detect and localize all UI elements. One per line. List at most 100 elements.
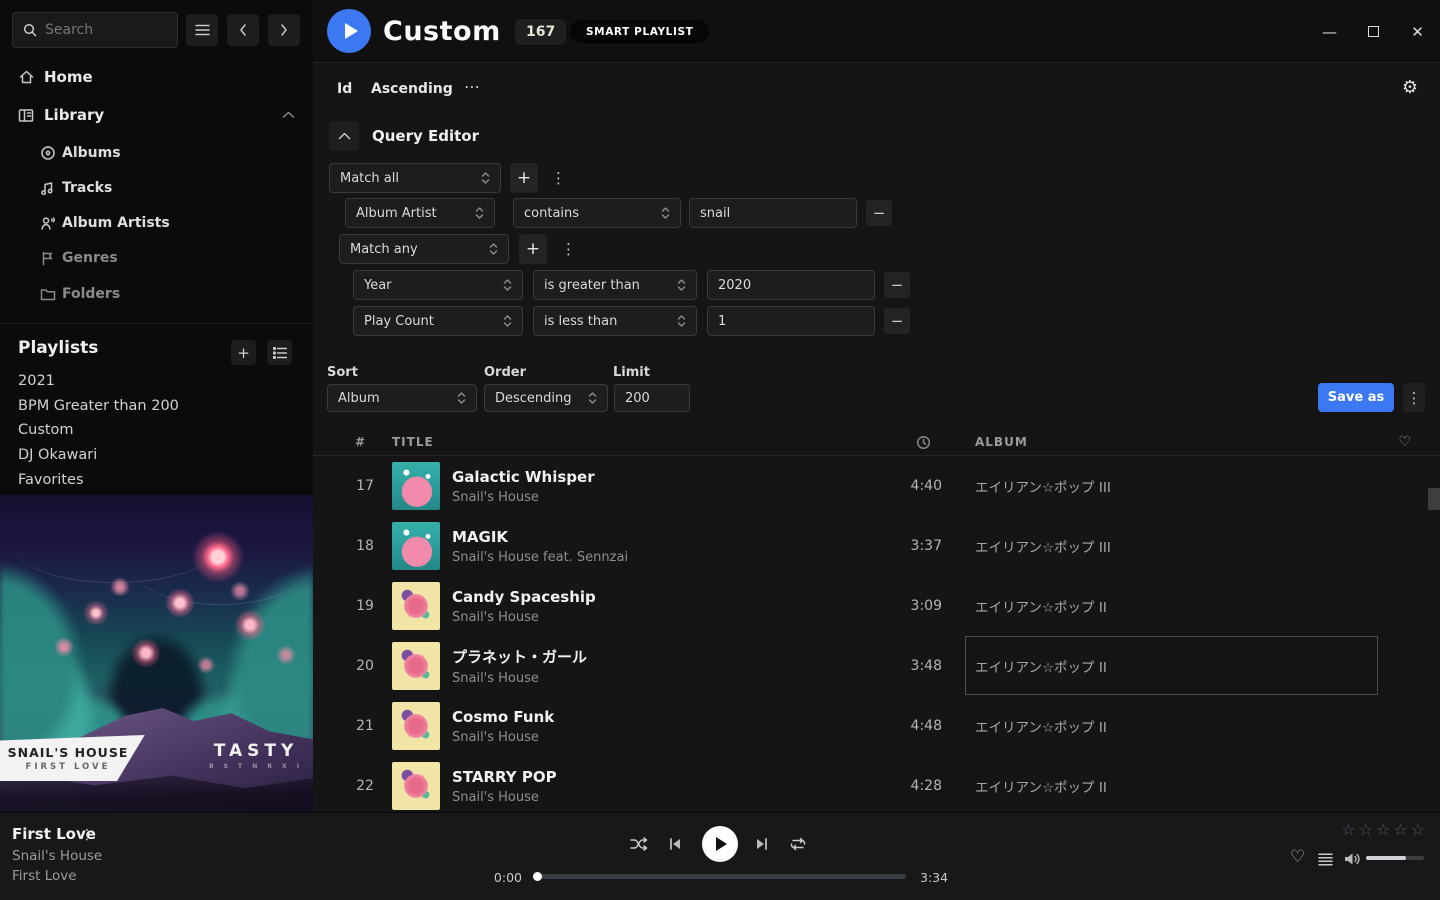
track-row[interactable]: 19 Candy Spaceship Snail's House 3:09 エイ… — [313, 576, 1440, 636]
rule-field-select[interactable]: Album Artist — [345, 198, 495, 228]
star-icon[interactable]: ☆ — [1341, 822, 1355, 838]
sidebar-item-albums[interactable]: Albums — [0, 138, 313, 168]
shuffle-button[interactable] — [630, 837, 649, 851]
track-title: プラネット・ガール — [452, 646, 882, 667]
playlist-item-favorites[interactable]: Favorites — [18, 468, 84, 492]
column-number[interactable]: # — [355, 428, 366, 456]
track-title: Candy Spaceship — [452, 588, 882, 606]
playlist-item-dj-okawari[interactable]: DJ Okawari — [18, 443, 97, 467]
playlist-item-bpm[interactable]: BPM Greater than 200 — [18, 394, 179, 418]
list-more-button[interactable]: ⋯ — [464, 77, 480, 96]
group-menu-button[interactable]: ⋮ — [551, 163, 566, 193]
forward-button[interactable] — [268, 14, 300, 46]
menu-button[interactable] — [186, 14, 218, 46]
playlist-options-button[interactable] — [267, 340, 292, 365]
limit-input[interactable] — [614, 384, 690, 412]
main-panel: Custom 167 SMART PLAYLIST — ✕ Id Ascendi… — [313, 0, 1440, 812]
star-icon[interactable]: ☆ — [1376, 822, 1390, 838]
rule-value-input[interactable] — [707, 306, 875, 336]
sidebar-item-folders[interactable]: Folders — [0, 279, 313, 309]
volume-button[interactable] — [1344, 852, 1361, 866]
save-menu-button[interactable]: ⋮ — [1403, 383, 1425, 412]
chevron-up-icon[interactable] — [282, 111, 295, 119]
match-all-select[interactable]: Match all — [329, 163, 501, 193]
track-duration: 3:37 — [882, 538, 942, 554]
favorite-button[interactable]: ♡ — [1290, 849, 1305, 866]
track-row[interactable]: 21 Cosmo Funk Snail's House 4:48 エイリアン☆ポ… — [313, 696, 1440, 756]
search-field[interactable] — [45, 22, 155, 38]
star-icon[interactable]: ☆ — [1411, 822, 1425, 838]
track-row[interactable]: 17 Galactic Whisper Snail's House 4:40 エ… — [313, 456, 1440, 516]
add-rule-button[interactable]: + — [510, 163, 538, 193]
remove-rule-button[interactable]: − — [884, 272, 910, 298]
search-icon — [23, 23, 37, 37]
list-sort-direction[interactable]: Ascending — [371, 81, 453, 97]
query-editor-collapse-button[interactable] — [329, 121, 359, 151]
match-any-select[interactable]: Match any — [339, 234, 509, 264]
track-artist: Snail's House — [452, 671, 882, 686]
select-caret-icon — [503, 278, 512, 292]
settings-gear-icon[interactable]: ⚙ — [1402, 79, 1418, 97]
add-playlist-button[interactable]: + — [231, 340, 256, 365]
track-row[interactable]: 18 MAGIK Snail's House feat. Sennzai 3:3… — [313, 516, 1440, 576]
query-editor-title: Query Editor — [372, 121, 479, 151]
remove-rule-button[interactable]: − — [866, 200, 892, 226]
add-rule-button[interactable]: + — [519, 234, 547, 264]
back-button[interactable] — [227, 14, 259, 46]
play-playlist-button[interactable] — [327, 9, 371, 53]
playlist-item-custom[interactable]: Custom — [18, 418, 74, 442]
rule-value-input[interactable] — [707, 270, 875, 300]
play-pause-button[interactable] — [702, 826, 738, 862]
select-caret-icon — [503, 314, 512, 328]
playlist-item-2021[interactable]: 2021 — [18, 369, 55, 393]
list-sort-field[interactable]: Id — [337, 81, 352, 97]
now-playing-menu-button[interactable]: ⋮ — [80, 827, 94, 843]
save-as-button[interactable]: Save as — [1318, 383, 1394, 412]
star-icon[interactable]: ☆ — [1393, 822, 1407, 838]
volume-slider[interactable] — [1366, 856, 1424, 860]
sidebar-item-tracks[interactable]: Tracks — [0, 173, 313, 203]
group-menu-button[interactable]: ⋮ — [561, 234, 576, 264]
seek-bar[interactable] — [534, 874, 906, 879]
remove-rule-button[interactable]: − — [884, 308, 910, 334]
track-row[interactable]: 20 プラネット・ガール Snail's House 3:48 エイリアン☆ポッ… — [313, 636, 1440, 696]
rule-operator-select[interactable]: is less than — [533, 306, 697, 336]
track-row[interactable]: 22 STARRY POP Snail's House 4:28 エイリアン☆ポ… — [313, 756, 1440, 812]
column-duration[interactable] — [916, 428, 931, 456]
column-album[interactable]: ALBUM — [975, 428, 1028, 456]
scrollbar-thumb[interactable] — [1428, 488, 1440, 510]
sidebar-item-library[interactable]: Library — [0, 100, 313, 130]
maximize-button[interactable] — [1365, 23, 1382, 40]
rule-value-input[interactable] — [689, 198, 857, 228]
now-playing-artist: Snail's House — [12, 848, 102, 864]
sidebar-item-album-artists[interactable]: Album Artists — [0, 208, 313, 238]
minimize-button[interactable]: — — [1321, 23, 1338, 40]
track-number: 20 — [345, 658, 385, 674]
order-select[interactable]: Descending — [484, 384, 608, 412]
rule-operator-select[interactable]: is greater than — [533, 270, 697, 300]
select-value: is less than — [544, 314, 617, 329]
sort-select[interactable]: Album — [327, 384, 477, 412]
column-title[interactable]: TITLE — [392, 428, 434, 456]
seek-handle[interactable] — [533, 872, 542, 881]
rule-field-select[interactable]: Year — [353, 270, 523, 300]
track-album: エイリアン☆ポップ II — [975, 596, 1440, 616]
play-icon — [716, 837, 727, 851]
label-name: TASTY — [209, 741, 303, 761]
sidebar-item-label: Library — [44, 106, 104, 124]
previous-button[interactable] — [668, 837, 682, 851]
rule-field-select[interactable]: Play Count — [353, 306, 523, 336]
select-value: Match any — [350, 242, 418, 257]
queue-button[interactable] — [1318, 853, 1333, 866]
column-favorite[interactable]: ♡ — [1398, 428, 1412, 456]
close-icon: ✕ — [1411, 23, 1424, 41]
next-button[interactable] — [755, 837, 769, 851]
star-icon[interactable]: ☆ — [1359, 822, 1373, 838]
select-caret-icon — [661, 206, 670, 220]
sidebar-item-home[interactable]: Home — [0, 62, 313, 92]
repeat-button[interactable] — [789, 837, 807, 851]
search-input[interactable] — [12, 12, 178, 48]
rule-operator-select[interactable]: contains — [513, 198, 681, 228]
sidebar-item-genres[interactable]: Genres — [0, 243, 313, 273]
close-button[interactable]: ✕ — [1409, 23, 1426, 40]
